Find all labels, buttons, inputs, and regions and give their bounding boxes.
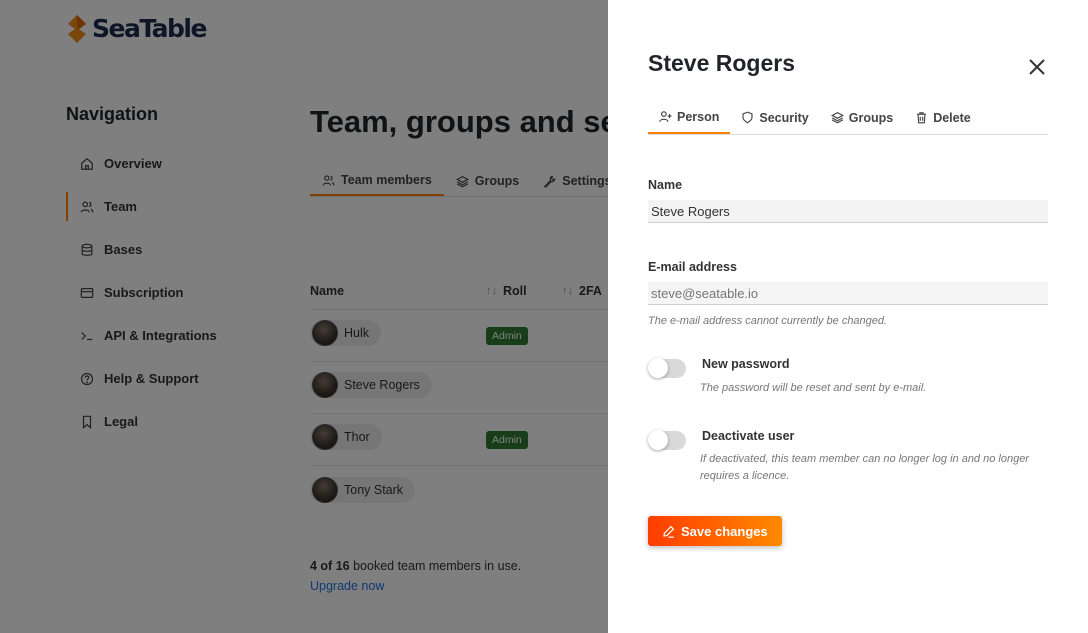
deactivate-hint-line: requires a licence. [700,470,790,482]
tab-delete[interactable]: Delete [904,101,982,134]
close-icon [1029,59,1045,75]
deactivate-user-label: Deactivate user [702,429,795,443]
drawer-tabs: Person Security Groups Delete [648,101,1048,135]
layers-icon [830,111,844,124]
deactivate-hint-line: If deactivated, this team member can no … [700,453,1029,465]
tab-label: Delete [933,110,971,125]
new-password-hint: The password will be reset and sent by e… [700,382,927,394]
save-changes-button[interactable]: Save changes [648,516,782,546]
email-label: E-mail address [648,260,737,274]
tab-label: Security [759,110,809,125]
drawer-title: Steve Rogers [648,50,796,76]
deactivate-hint: If deactivated, this team member can no … [700,451,1029,485]
trash-icon [917,112,927,124]
user-edit-drawer: Steve Rogers Person Security Groups Dele… [608,0,1088,633]
shield-icon [742,111,753,124]
tab-security[interactable]: Security [730,101,819,134]
tab-label: Groups [848,110,894,125]
deactivate-user-toggle[interactable] [648,430,686,450]
email-hint: The e-mail address cannot currently be c… [648,315,888,327]
new-password-label: New password [702,357,790,371]
name-label: Name [648,178,683,192]
close-button[interactable] [1026,56,1048,78]
user-plus-icon [659,111,672,122]
edit-icon [663,525,675,538]
name-input[interactable] [648,200,1048,223]
tab-groups[interactable]: Groups [820,101,904,134]
new-password-toggle[interactable] [648,358,686,378]
email-input [648,282,1048,305]
save-changes-label: Save changes [681,523,768,539]
tab-person[interactable]: Person [648,101,731,134]
tab-label: Person [677,109,720,124]
